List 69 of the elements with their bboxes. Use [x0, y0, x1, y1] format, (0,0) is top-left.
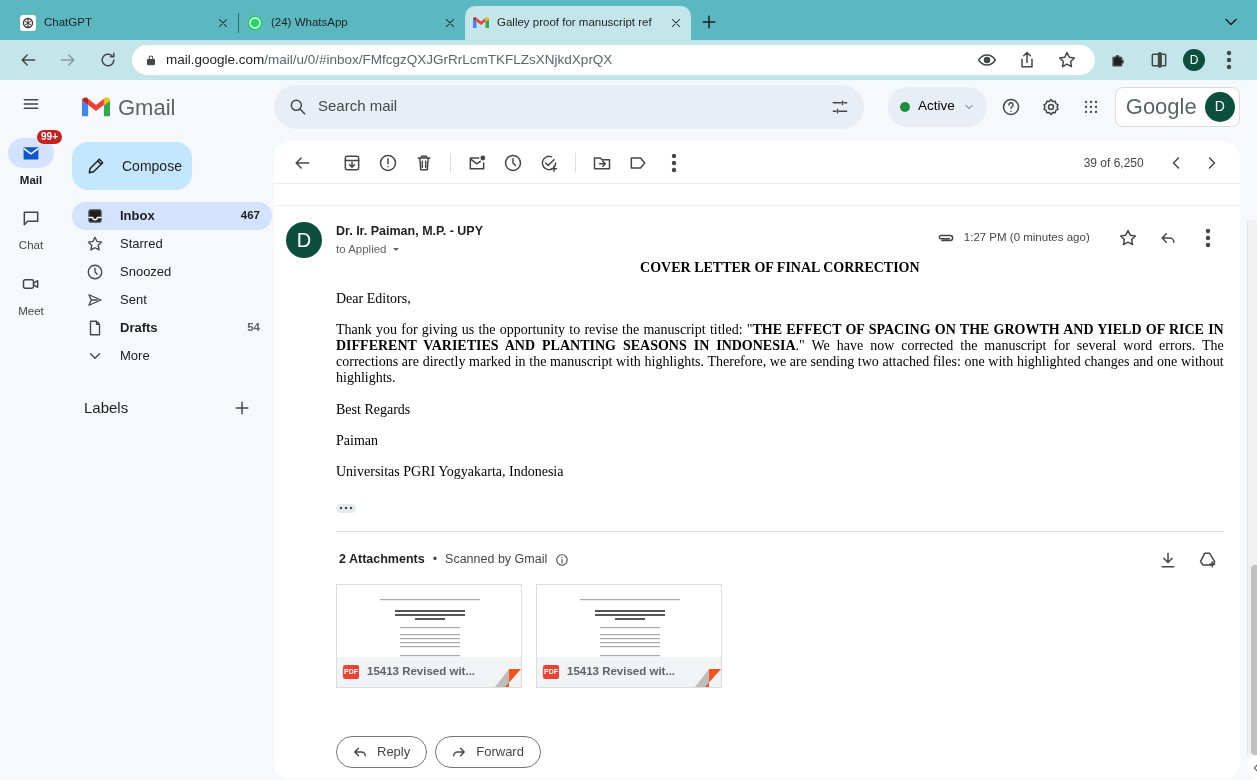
- profile-avatar[interactable]: D: [1183, 49, 1205, 71]
- show-trimmed-button[interactable]: [336, 503, 356, 513]
- reply-button[interactable]: Reply: [336, 735, 428, 768]
- sender-avatar: D: [286, 222, 322, 258]
- rail-item[interactable]: Chat: [0, 193, 62, 255]
- browser-tab[interactable]: ChatGPT: [12, 6, 238, 40]
- account-button[interactable]: Google D: [1114, 86, 1240, 127]
- more-icon: [1226, 50, 1232, 70]
- browser-tab[interactable]: (24) WhatsApp: [239, 6, 465, 40]
- close-icon[interactable]: [216, 16, 230, 30]
- recipient-dropdown[interactable]: to Applied: [336, 240, 484, 258]
- pager-count: 39 of 6,250: [1083, 154, 1144, 172]
- folder-item[interactable]: Drafts 54: [72, 314, 272, 342]
- folder-item[interactable]: Inbox 467: [72, 202, 272, 230]
- settings-icon: [1040, 96, 1061, 117]
- clock-icon: [86, 263, 104, 281]
- browser-tab[interactable]: Galley proof for manuscript ref: [465, 6, 691, 40]
- corner-fold-icon: [695, 668, 721, 687]
- more-icon: [671, 152, 677, 173]
- forward-button[interactable]: Forward: [435, 735, 541, 768]
- corner-fold-icon: [495, 668, 521, 687]
- search-bar[interactable]: Search mail: [274, 84, 864, 129]
- labels-heading: Labels: [84, 397, 129, 418]
- status-button[interactable]: Active: [888, 86, 987, 127]
- help-icon: [1000, 96, 1021, 117]
- clock-icon: [503, 152, 523, 173]
- message-time: 1:27 PM (0 minutes ago): [963, 230, 1090, 246]
- scanned-label: Scanned by Gmail: [445, 551, 548, 569]
- chat-bubble-logo-icon: [247, 15, 263, 31]
- count-badge: 99+: [37, 130, 62, 144]
- search-field[interactable]: Search mail: [316, 94, 822, 119]
- address-bar[interactable]: mail.google.com/mail/u/0/#inbox/FMfcgzQXJGrRrLcmTKFLZsXNjkdXprQX: [132, 45, 1095, 75]
- app-name: Gmail: [118, 93, 176, 122]
- close-icon[interactable]: [443, 16, 457, 30]
- inbox-icon: [86, 207, 104, 225]
- knot-logo-icon: [20, 15, 36, 31]
- letter-heading: COVER LETTER OF FINAL CORRECTION: [639, 260, 921, 277]
- star-icon: [86, 235, 104, 253]
- pencil-icon: [86, 156, 106, 176]
- folder-item[interactable]: Starred: [72, 230, 272, 258]
- letter-paragraph: Paiman: [336, 432, 379, 449]
- letter-paragraph: Dear Editors,: [336, 291, 412, 308]
- info-icon: [555, 552, 570, 567]
- star-icon: [1057, 50, 1077, 70]
- reload-icon: [98, 50, 118, 70]
- close-icon[interactable]: [669, 16, 683, 30]
- envelope-m-logo-icon: [473, 17, 489, 29]
- letter-paragraph: Best Regards: [336, 401, 412, 418]
- rail-item[interactable]: Meet: [0, 258, 62, 320]
- attachments-count: 2 Attachments: [339, 551, 425, 569]
- rail-item[interactable]: 99+ Mail: [0, 128, 62, 190]
- attachment-name: 15413 Revised wit...: [567, 664, 676, 680]
- attachment-name: 15413 Revised wit...: [367, 664, 476, 680]
- side-panel-icon: [1149, 50, 1169, 70]
- folder-item[interactable]: Snoozed: [72, 258, 272, 286]
- exclamation-icon: [378, 152, 398, 173]
- letter-paragraph: Thank you for giving us the opportunity to revise the manuscript titled: "THE EFFECT OF SPACING ON THE GROWTH AND YIELD OF RICE IN DIFFERENT VARIETIES AND PLANTING SEASONS IN INDONESIA." We have now corrected the manuscript for several word errors. The corrections are directly marked in the manuscript with highlights. Therefore, we are sending two attached files: one with highlighted changes and one without highlights.: [336, 322, 1224, 387]
- compose-button[interactable]: Compose: [72, 142, 192, 190]
- gmail-logo-icon: [82, 96, 110, 118]
- folder-item[interactable]: More: [72, 342, 272, 370]
- folder-item[interactable]: Sent: [72, 286, 272, 314]
- letter-paragraph: Universitas PGRI Yogyakarta, Indonesia: [336, 463, 565, 480]
- more-icon: [1204, 228, 1211, 248]
- sender-name: Dr. Ir. Paiman, M.P. - UPY: [336, 223, 484, 240]
- separator-dot: •: [432, 551, 438, 569]
- ellipsis-icon: [339, 506, 353, 511]
- lock-icon: [144, 53, 158, 67]
- send-icon: [86, 291, 104, 309]
- star-icon: [1117, 228, 1138, 248]
